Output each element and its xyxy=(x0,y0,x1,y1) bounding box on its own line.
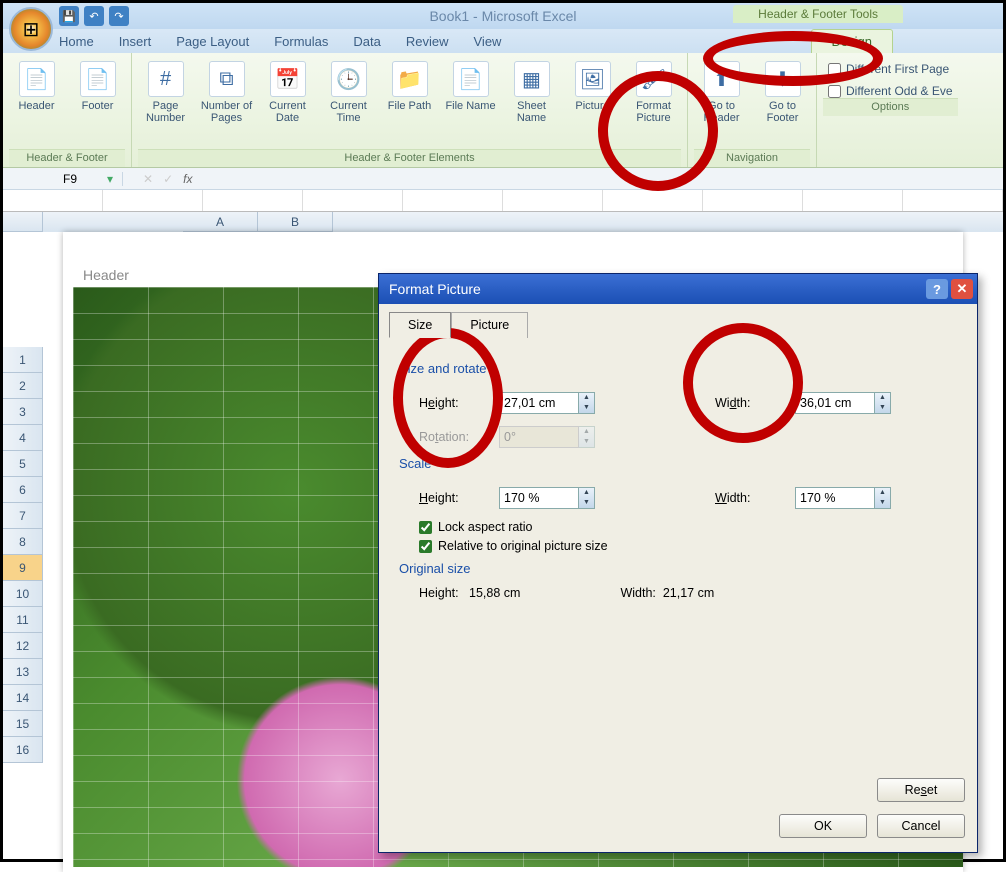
spin-up-icon[interactable]: ▲ xyxy=(875,393,890,403)
header-button[interactable]: 📄Header xyxy=(9,57,64,112)
spin-down-icon[interactable]: ▼ xyxy=(875,403,890,413)
ribbon-tabs: Home Insert Page Layout Formulas Data Re… xyxy=(3,29,1003,53)
spin-down-icon[interactable]: ▼ xyxy=(875,498,890,508)
tab-picture[interactable]: Picture xyxy=(451,312,528,338)
tab-page-layout[interactable]: Page Layout xyxy=(176,34,249,49)
col-header-b[interactable]: B xyxy=(258,212,333,232)
number-of-pages-button[interactable]: ⧉Number of Pages xyxy=(199,57,254,124)
close-icon[interactable]: ✕ xyxy=(951,279,973,299)
width-input[interactable] xyxy=(795,392,875,414)
different-odd-even-checkbox[interactable]: Different Odd & Eve xyxy=(828,84,953,98)
ribbon: 📄Header 📄Footer Header & Footer #Page Nu… xyxy=(3,53,1003,168)
width-spinner[interactable]: ▲▼ xyxy=(795,392,891,414)
group-options: Different First Page Different Odd & Eve… xyxy=(817,53,964,167)
context-tab-title: Header & Footer Tools xyxy=(733,5,903,23)
relative-size-checkbox[interactable]: Relative to original picture size xyxy=(419,539,957,553)
tab-data[interactable]: Data xyxy=(353,34,380,49)
current-time-button[interactable]: 🕒Current Time xyxy=(321,57,376,124)
select-all-corner[interactable] xyxy=(3,212,43,232)
fx-icon[interactable]: fx xyxy=(183,172,192,186)
height-spinner[interactable]: ▲▼ xyxy=(499,392,595,414)
goto-header-button[interactable]: ⬆Go to Header xyxy=(694,57,749,124)
tab-design[interactable]: Design xyxy=(811,29,893,53)
section-scale: Scale xyxy=(399,456,957,471)
footer-button[interactable]: 📄Footer xyxy=(70,57,125,112)
format-picture-dialog: Format Picture ? ✕ Size Picture Size and… xyxy=(378,273,978,853)
cancel-button[interactable]: Cancel xyxy=(877,814,965,838)
file-name-button[interactable]: 📄File Name xyxy=(443,57,498,112)
tab-home[interactable]: Home xyxy=(59,34,94,49)
section-original-size: Original size xyxy=(399,561,957,576)
tab-insert[interactable]: Insert xyxy=(119,34,152,49)
formula-bar: F9▾ ✕ ✓ fx xyxy=(3,168,1003,190)
width-label: Width: xyxy=(715,396,785,410)
format-picture-button[interactable]: 🖌Format Picture xyxy=(626,57,681,124)
current-date-button[interactable]: 📅Current Date xyxy=(260,57,315,124)
lock-aspect-checkbox[interactable]: Lock aspect ratio xyxy=(419,520,957,534)
header-placeholder-label: Header xyxy=(83,267,129,283)
help-icon[interactable]: ? xyxy=(926,279,948,299)
group-navigation: ⬆Go to Header ⬇Go to Footer Navigation xyxy=(688,53,817,167)
tab-size[interactable]: Size xyxy=(389,312,451,338)
horizontal-ruler xyxy=(3,190,1003,212)
spin-down-icon[interactable]: ▼ xyxy=(579,403,594,413)
tab-view[interactable]: View xyxy=(474,34,502,49)
col-header-a[interactable]: A xyxy=(183,212,258,232)
section-size-rotate: Size and rotate xyxy=(399,361,957,376)
name-box[interactable]: F9▾ xyxy=(3,172,123,186)
redo-icon[interactable]: ↷ xyxy=(109,6,129,26)
scale-height-spinner[interactable]: ▲▼ xyxy=(499,487,595,509)
spin-up-icon[interactable]: ▲ xyxy=(579,488,594,498)
enter-icon[interactable]: ✓ xyxy=(163,172,173,186)
tab-review[interactable]: Review xyxy=(406,34,449,49)
spin-up-icon[interactable]: ▲ xyxy=(875,488,890,498)
window-title: Book1 - Microsoft Excel xyxy=(429,8,576,24)
scale-height-input[interactable] xyxy=(499,487,579,509)
height-input[interactable] xyxy=(499,392,579,414)
dialog-title: Format Picture xyxy=(389,281,481,297)
cancel-icon[interactable]: ✕ xyxy=(143,172,153,186)
save-icon[interactable]: 💾 xyxy=(59,6,79,26)
rotation-label: Rotation: xyxy=(419,430,489,444)
title-bar: ⊞ 💾 ↶ ↷ Book1 - Microsoft Excel Header &… xyxy=(3,3,1003,29)
reset-button[interactable]: Reset xyxy=(877,778,965,802)
group-hf-elements: #Page Number ⧉Number of Pages 📅Current D… xyxy=(132,53,688,167)
orig-height-label: Height: xyxy=(419,586,459,600)
orig-width-label: Width: xyxy=(620,586,655,600)
ok-button[interactable]: OK xyxy=(779,814,867,838)
page-number-button[interactable]: #Page Number xyxy=(138,57,193,124)
undo-icon[interactable]: ↶ xyxy=(84,6,104,26)
chevron-down-icon[interactable]: ▾ xyxy=(107,172,113,186)
height-label: Height: xyxy=(419,396,489,410)
spin-down-icon[interactable]: ▼ xyxy=(579,498,594,508)
rotation-spinner: ▲▼ xyxy=(499,426,595,448)
scale-height-label: Height: xyxy=(419,491,489,505)
rotation-input xyxy=(499,426,579,448)
scale-width-input[interactable] xyxy=(795,487,875,509)
goto-footer-button[interactable]: ⬇Go to Footer xyxy=(755,57,810,124)
sheet-name-button[interactable]: ▦Sheet Name xyxy=(504,57,559,124)
spin-up-icon[interactable]: ▲ xyxy=(579,393,594,403)
group-header-footer: 📄Header 📄Footer Header & Footer xyxy=(3,53,132,167)
scale-width-spinner[interactable]: ▲▼ xyxy=(795,487,891,509)
office-button[interactable]: ⊞ xyxy=(9,7,53,51)
different-first-page-checkbox[interactable]: Different First Page xyxy=(828,62,953,76)
orig-width-value: 21,17 cm xyxy=(663,586,714,600)
dialog-titlebar[interactable]: Format Picture ? ✕ xyxy=(379,274,977,304)
quick-access-toolbar: 💾 ↶ ↷ xyxy=(59,6,129,26)
scale-width-label: Width: xyxy=(715,491,785,505)
tab-formulas[interactable]: Formulas xyxy=(274,34,328,49)
picture-button[interactable]: 🖼Picture xyxy=(565,57,620,112)
column-headers: A B xyxy=(3,212,1003,232)
orig-height-value: 15,88 cm xyxy=(469,586,520,600)
file-path-button[interactable]: 📁File Path xyxy=(382,57,437,112)
